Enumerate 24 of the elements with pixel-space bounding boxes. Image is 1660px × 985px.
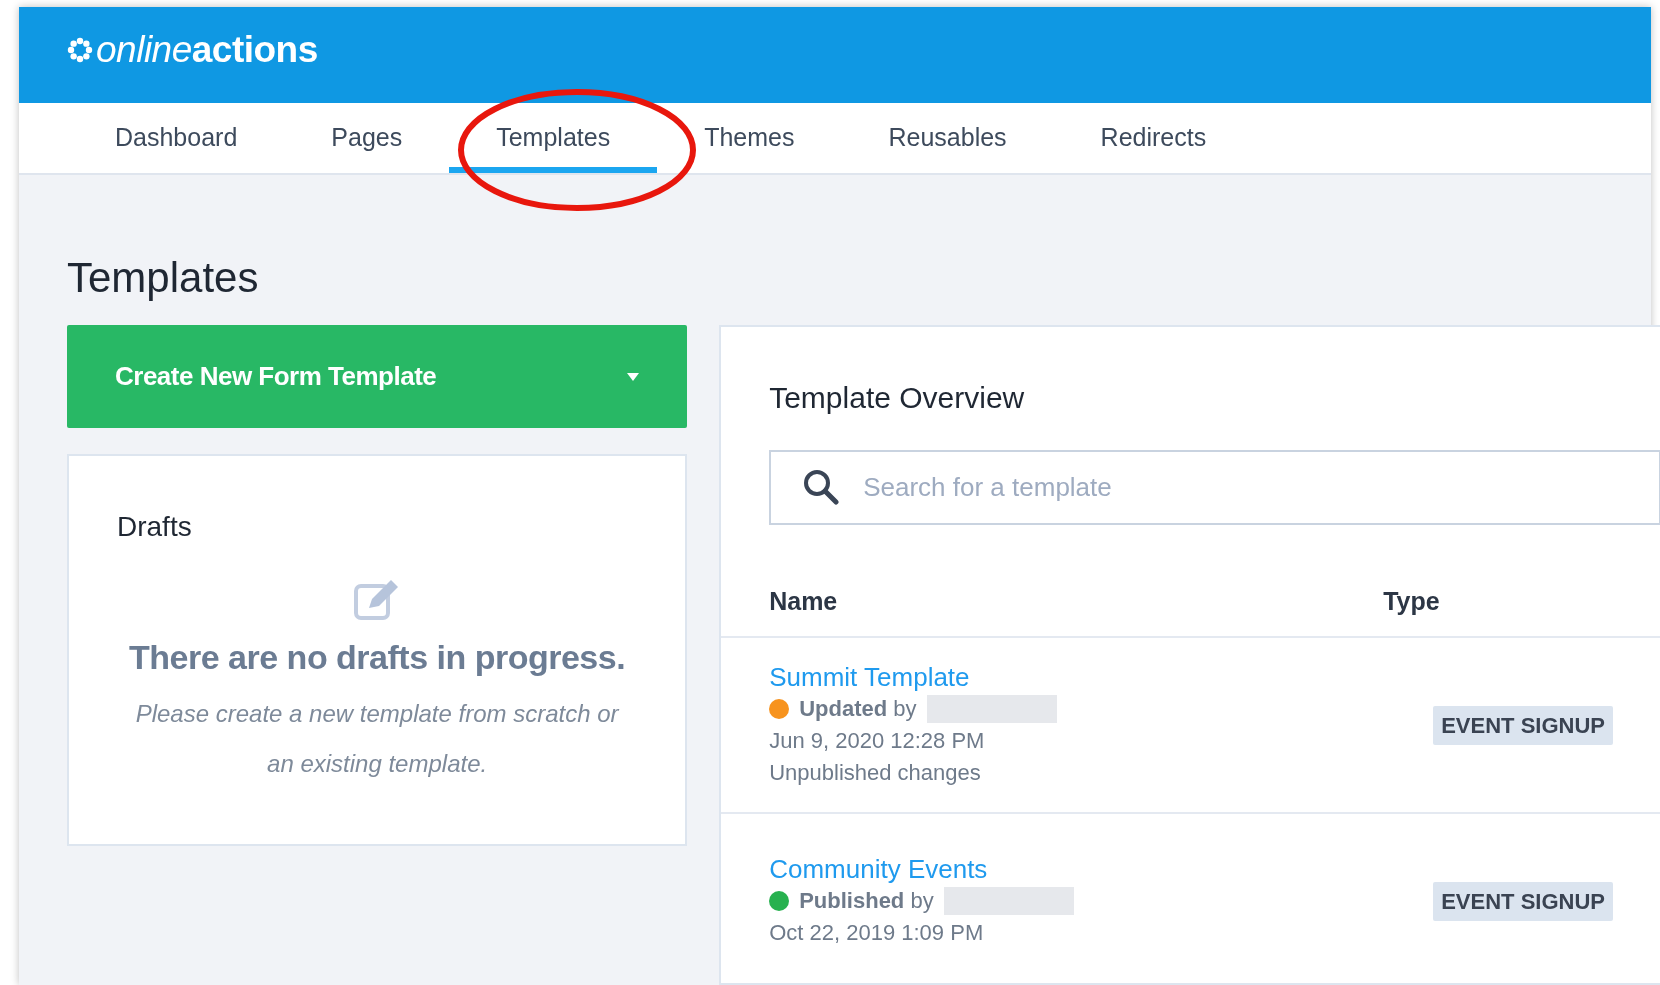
logo-icon [67, 36, 93, 63]
nav-tab[interactable]: Dashboard [68, 102, 285, 173]
search-icon [803, 469, 840, 505]
nav-tab[interactable]: Pages [284, 102, 450, 173]
overview-title: Template Overview [769, 380, 1026, 416]
page-title: Templates [67, 257, 260, 299]
search-field[interactable]: Search for a template [769, 450, 1660, 525]
empty-title: There are no drafts in progress. [129, 637, 626, 678]
nav-tab[interactable]: Redirects [1053, 102, 1254, 173]
drafts-title: Drafts [117, 510, 192, 544]
nav-tab[interactable]: Templates [449, 102, 658, 173]
status-text: Published by [799, 887, 934, 915]
nav-tab[interactable]: Reusables [841, 102, 1054, 173]
updated-date: Oct 22, 2019 1:09 PM [769, 919, 984, 947]
caret-icon [627, 372, 640, 381]
column-header: Type [1383, 586, 1440, 617]
type-tag: EVENT SIGNUP [1433, 705, 1613, 745]
column-header: Name [769, 586, 839, 617]
updated-date: Jun 9, 2020 12:28 PM [769, 727, 985, 755]
change-note: Unpublished changes [769, 759, 981, 787]
status-text: Updated by [799, 695, 917, 723]
type-tag: EVENT SIGNUP [1433, 881, 1613, 921]
empty-message: Please create a new template from scratch or an existing template. [134, 699, 621, 779]
nav-tab[interactable]: Themes [657, 102, 842, 173]
